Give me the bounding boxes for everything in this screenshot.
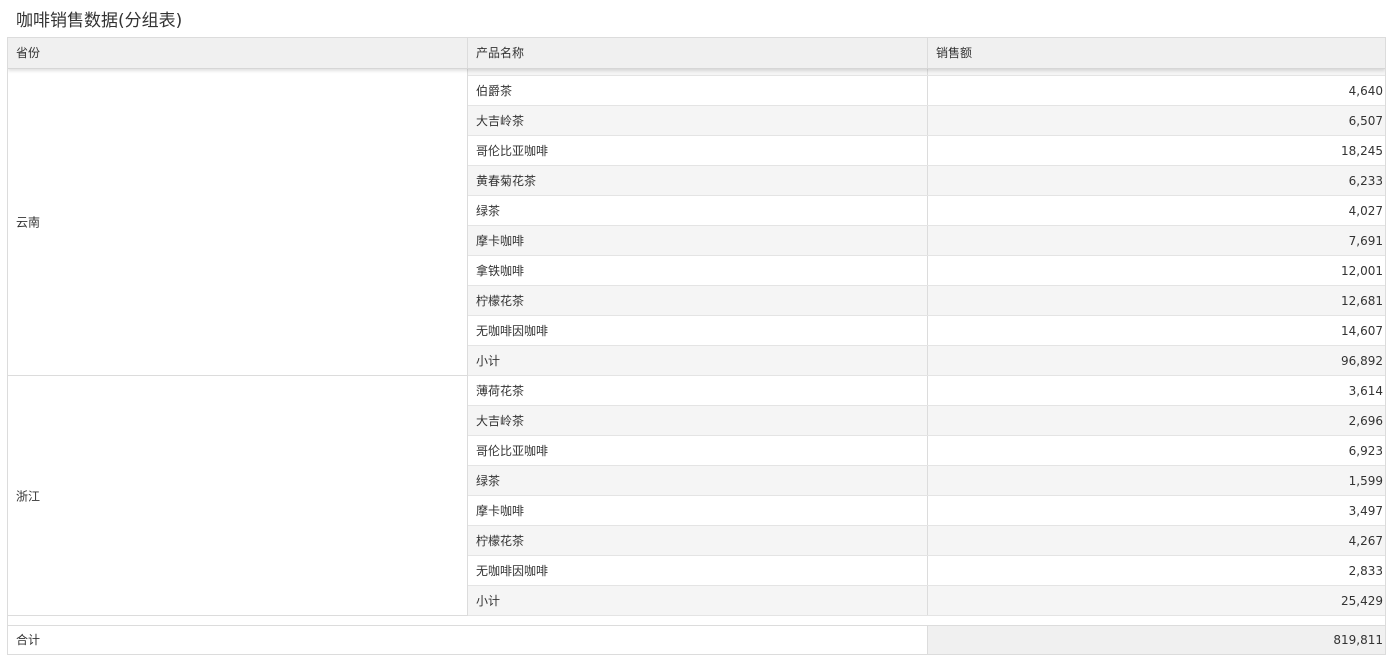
province-label: 云南 — [16, 215, 41, 230]
total-label: 合计 — [8, 626, 928, 654]
sales-value-cell: 3,614 — [1348, 384, 1383, 398]
table-row[interactable]: 伯爵茶 4,640 — [468, 76, 1385, 106]
table-row[interactable]: 哥伦比亚咖啡 6,923 — [468, 436, 1385, 466]
product-name-cell: 小计 — [468, 586, 928, 615]
sales-value-cell: 4,640 — [1348, 84, 1383, 98]
sales-value-cell: 3,497 — [1348, 504, 1383, 518]
table-row[interactable]: 哥伦比亚咖啡 18,245 — [468, 136, 1385, 166]
table-row[interactable]: 薄荷花茶 3,614 — [468, 376, 1385, 406]
sales-value-cell: 18,245 — [1341, 144, 1383, 158]
product-name-cell: 摩卡咖啡 — [468, 496, 928, 525]
product-name-cell: 无咖啡因咖啡 — [468, 316, 928, 345]
table-row[interactable]: 摩卡咖啡 7,691 — [468, 226, 1385, 256]
sales-value-cell: 7,691 — [1348, 234, 1383, 248]
table-row[interactable]: 拿铁咖啡 12,001 — [468, 256, 1385, 286]
subtotal-row[interactable]: 小计 25,429 — [468, 586, 1385, 616]
table-row[interactable]: 无咖啡因咖啡 2,833 — [468, 556, 1385, 586]
page-title: 咖啡销售数据(分组表) — [16, 11, 183, 31]
total-value: 819,811 — [928, 626, 1385, 654]
product-name-cell: 哥伦比亚咖啡 — [468, 436, 928, 465]
product-name-cell: 伯爵茶 — [468, 76, 928, 105]
table-header: 省份 产品名称 销售额 — [8, 38, 1385, 69]
table-row[interactable]: 薄荷花茶3,807 — [468, 68, 1385, 76]
product-name-cell: 大吉岭茶 — [468, 406, 928, 435]
sales-value-cell: 3,807 — [928, 68, 1385, 75]
sales-value-cell: 14,607 — [1341, 324, 1383, 338]
table-row[interactable]: 绿茶 1,599 — [468, 466, 1385, 496]
table-row[interactable]: 柠檬花茶 4,267 — [468, 526, 1385, 556]
sales-value-cell: 6,233 — [1348, 174, 1383, 188]
subtotal-row[interactable]: 小计 96,892 — [468, 346, 1385, 376]
table-row[interactable]: 柠檬花茶 12,681 — [468, 286, 1385, 316]
product-name-cell: 摩卡咖啡 — [468, 226, 928, 255]
sales-value-cell: 1,599 — [1348, 474, 1383, 488]
sales-value-cell: 12,681 — [1341, 294, 1383, 308]
product-name-cell: 哥伦比亚咖啡 — [468, 136, 928, 165]
sales-value-cell: 2,696 — [1348, 414, 1383, 428]
product-name-cell: 柠檬花茶 — [468, 526, 928, 555]
table-row[interactable]: 大吉岭茶 6,507 — [468, 106, 1385, 136]
total-row: 合计 819,811 — [8, 625, 1385, 654]
sales-value-cell: 4,027 — [1348, 204, 1383, 218]
grouped-table: 省份 产品名称 销售额 云南薄荷花茶3,807伯爵茶4,640大吉岭茶6,507… — [7, 37, 1386, 655]
product-name-cell: 黄春菊花茶 — [468, 166, 928, 195]
product-name-cell: 柠檬花茶 — [468, 286, 928, 315]
product-name-cell: 绿茶 — [468, 196, 928, 225]
province-label: 浙江 — [16, 489, 41, 504]
table-row[interactable]: 大吉岭茶 2,696 — [468, 406, 1385, 436]
column-header-product[interactable]: 产品名称 — [468, 38, 928, 68]
table-row[interactable]: 无咖啡因咖啡 14,607 — [468, 316, 1385, 346]
sales-value-cell: 96,892 — [1341, 354, 1383, 368]
sales-value-cell: 6,507 — [1348, 114, 1383, 128]
column-header-province[interactable]: 省份 — [8, 38, 468, 68]
province-cell: 浙江 — [8, 376, 468, 616]
table-body[interactable]: 云南薄荷花茶3,807伯爵茶4,640大吉岭茶6,507哥伦比亚咖啡18,245… — [8, 68, 1385, 625]
product-name-cell: 绿茶 — [468, 466, 928, 495]
sales-value-cell: 12,001 — [1341, 264, 1383, 278]
product-name-cell: 小计 — [468, 346, 928, 375]
product-name-cell: 大吉岭茶 — [468, 106, 928, 135]
sales-value-cell: 4,267 — [1348, 534, 1383, 548]
table-row[interactable]: 摩卡咖啡 3,497 — [468, 496, 1385, 526]
table-row[interactable]: 黄春菊花茶 6,233 — [468, 166, 1385, 196]
province-cell: 云南 — [8, 68, 468, 376]
product-name-cell: 拿铁咖啡 — [468, 256, 928, 285]
column-header-sales[interactable]: 销售额 — [928, 38, 1385, 68]
sales-value-cell: 25,429 — [1341, 594, 1383, 608]
product-name-cell: 薄荷花茶 — [468, 376, 928, 405]
sales-value-cell: 6,923 — [1348, 444, 1383, 458]
table-row[interactable]: 绿茶 4,027 — [468, 196, 1385, 226]
product-name-cell: 无咖啡因咖啡 — [468, 556, 928, 585]
product-name-cell: 薄荷花茶 — [468, 68, 928, 75]
sales-value-cell: 2,833 — [1348, 564, 1383, 578]
